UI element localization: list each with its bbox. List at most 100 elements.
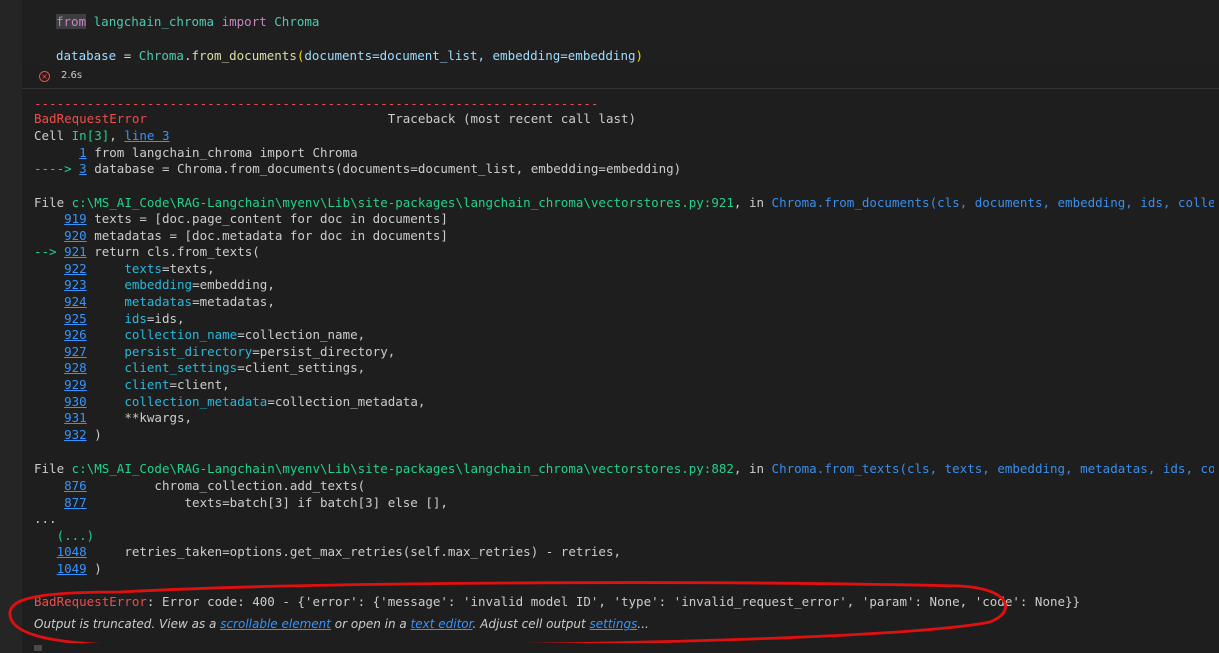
code-line-2: database = Chroma.from_documents(documen… (56, 48, 643, 63)
param-name: embedding (124, 277, 193, 293)
code-text: collection_name=collection_name, (87, 327, 365, 342)
param-name: collection_name (124, 327, 238, 343)
traceback-source-line: 877 texts=batch[3] if batch[3] else [], (34, 495, 448, 511)
param-name: ids (124, 310, 147, 326)
cell-status-row: × 2.6s (22, 68, 1219, 86)
code-text: metadatas=metadatas, (87, 294, 275, 309)
code-text: texts=batch[3] if batch[3] else [], (86, 494, 448, 510)
line-number-link[interactable]: 932 (64, 427, 87, 442)
output-separator (22, 88, 1219, 89)
cell-line-link[interactable]: line 3 (124, 128, 169, 143)
line-number-link[interactable]: 876 (64, 478, 87, 493)
code-text: persist_directory=persist_directory, (87, 343, 396, 359)
line-prefix (34, 360, 64, 375)
notice-text: ... (637, 617, 649, 631)
line-number-link[interactable]: 930 (64, 394, 87, 409)
code-text: from langchain_chroma import Chroma (86, 145, 358, 160)
line-number-link[interactable]: 926 (64, 327, 87, 342)
line-number-link[interactable]: 931 (64, 410, 87, 425)
scrollable-element-link[interactable]: scrollable element (220, 617, 331, 631)
code-text: **kwargs, (86, 410, 193, 426)
line-prefix (34, 344, 64, 359)
param-value: =metadatas, (192, 294, 275, 309)
param-value: =texts, (161, 260, 215, 276)
code-text: metadatas = [doc.metadata for doc in doc… (86, 227, 448, 243)
code-cell-input[interactable]: from langchain_chroma import Chroma data… (22, 0, 1219, 66)
line-prefix (34, 261, 64, 276)
line-number-link[interactable]: 921 (64, 244, 87, 259)
traceback-source-line: 932 ) (34, 427, 102, 443)
param-value: =collection_name, (237, 327, 366, 343)
file-ref-1: File c:\MS_AI_Code\RAG-Langchain\myenv\L… (34, 195, 1214, 211)
traceback-source-line: 923 embedding=embedding, (34, 277, 275, 293)
param-value: =ids, (146, 310, 185, 326)
line-prefix: --> (34, 244, 65, 260)
ellipsis: ... (34, 511, 57, 526)
traceback-source-line: 876 chroma_collection.add_texts( (34, 478, 365, 494)
line-number-link[interactable]: 929 (64, 377, 87, 392)
function-signature: Chroma.from_texts(cls, texts, embedding,… (771, 461, 1214, 476)
line-number-link[interactable]: 922 (64, 261, 87, 276)
line-prefix (34, 277, 64, 292)
traceback-source-line: --> 921 return cls.from_texts( (34, 244, 260, 260)
notice-text: . Adjust cell output (472, 617, 590, 631)
comma: , (109, 128, 125, 143)
traceback-source-line: 922 texts=texts, (34, 261, 215, 277)
line-prefix (34, 427, 64, 442)
settings-link[interactable]: settings (590, 617, 638, 631)
line-number-link[interactable]: 925 (64, 311, 87, 326)
function-name: from_documents (191, 48, 297, 63)
line-prefix (34, 410, 64, 425)
line-number-link[interactable]: 919 (64, 211, 87, 226)
traceback-source-line: 928 client_settings=client_settings, (34, 360, 365, 376)
traceback-source-line: 930 collection_metadata=collection_metad… (34, 394, 425, 410)
code-text: ) (86, 560, 102, 576)
error-x-icon: × (39, 71, 50, 82)
line-number-link[interactable]: 923 (64, 277, 87, 292)
param-name: metadatas (124, 294, 193, 309)
cell-ref-line: Cell In[3], line 3 (34, 128, 170, 144)
line-number-link[interactable]: 920 (64, 228, 87, 243)
code-line-1: from langchain_chroma import Chroma (56, 14, 319, 29)
horizontal-scrollbar[interactable] (22, 643, 1219, 653)
class-ref: Chroma (138, 48, 184, 63)
cell-output[interactable]: ----------------------------------------… (34, 96, 1214, 636)
param-name: client_settings (124, 360, 238, 376)
line-number-link[interactable]: 1 (79, 145, 87, 160)
param-value: =persist_directory, (252, 343, 396, 359)
file-path: c:\MS_AI_Code\RAG-Langchain\myenv\Lib\si… (71, 461, 734, 476)
function-signature: Chroma.from_documents(cls, documents, em… (771, 195, 1214, 210)
traceback-source-line: 931 **kwargs, (34, 410, 192, 426)
line-number-link[interactable]: 924 (64, 294, 87, 309)
line-prefix (34, 294, 64, 309)
line-number-link[interactable]: 1048 (57, 544, 87, 559)
line-number-link[interactable]: 877 (64, 495, 87, 510)
line-prefix (34, 228, 64, 243)
line-number-link[interactable]: 3 (79, 161, 87, 176)
error-name: BadRequestError (34, 111, 147, 126)
line-prefix (34, 478, 64, 493)
line-prefix (34, 377, 64, 392)
code-text: ) (86, 426, 102, 442)
line-prefix (34, 561, 57, 576)
code-text: database = Chroma.from_documents(documen… (86, 161, 682, 176)
param-value: =client_settings, (237, 360, 366, 376)
line-number-link[interactable]: 1049 (57, 561, 87, 576)
scrollbar-thumb[interactable] (34, 645, 42, 651)
line-number-link[interactable]: 928 (64, 360, 87, 375)
text-editor-link[interactable]: text editor (411, 617, 473, 631)
code-text: retries_taken=options.get_max_retries(se… (86, 544, 622, 559)
code-text: texts=texts, (87, 260, 215, 276)
line-number-link[interactable]: 927 (64, 344, 87, 359)
notice-text: Output is truncated. View as a (34, 617, 221, 631)
traceback-source-line: 925 ids=ids, (34, 310, 185, 327)
traceback-source-line: 1049 ) (34, 561, 102, 577)
param-value: =client, (169, 377, 230, 392)
code-text: chroma_collection.add_texts( (86, 478, 366, 493)
param-name: collection_metadata (124, 393, 268, 409)
left-gutter (0, 0, 22, 653)
file-ref-2: File c:\MS_AI_Code\RAG-Langchain\myenv\L… (34, 461, 1214, 477)
